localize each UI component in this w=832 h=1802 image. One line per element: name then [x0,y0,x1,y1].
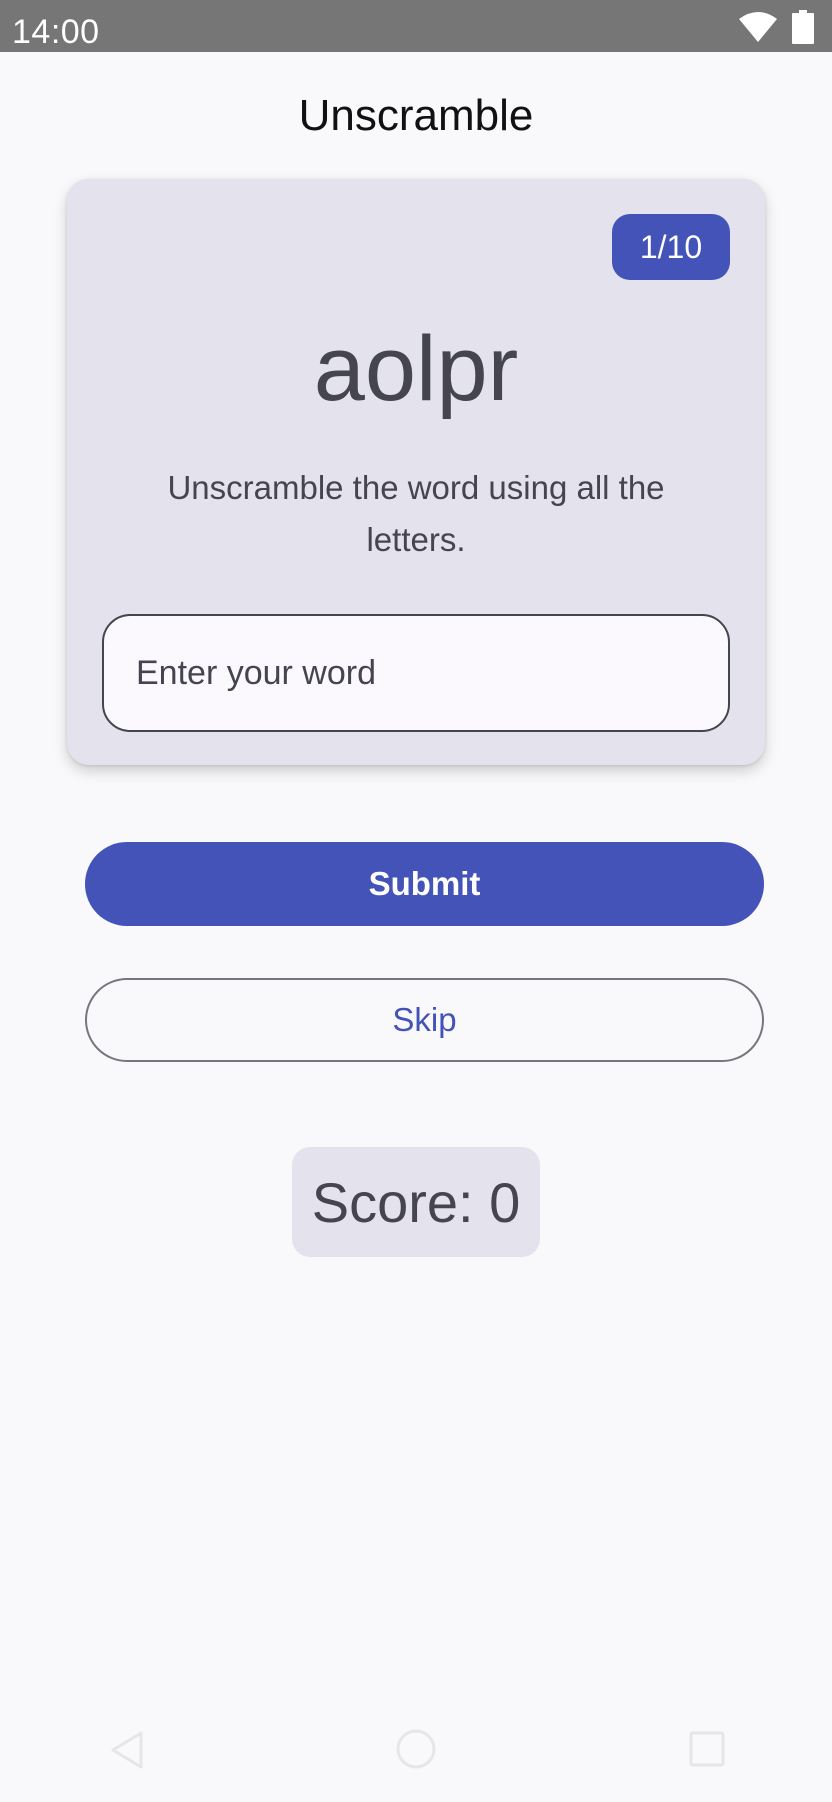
game-card: 1/10 aolpr Unscramble the word using all… [67,179,765,765]
home-icon[interactable] [395,1728,437,1770]
submit-button[interactable]: Submit [85,842,764,926]
battery-icon [792,10,814,44]
instructions-text: Unscramble the word using all the letter… [167,469,665,558]
recents-icon[interactable] [688,1730,726,1768]
status-icons [738,10,814,44]
word-input[interactable] [102,614,730,732]
status-time: 14:00 [12,13,100,51]
score-display: Score: 0 [292,1147,540,1257]
scrambled-word: aolpr [313,318,519,420]
word-count-badge: 1/10 [612,214,730,280]
status-bar: 14:00 [0,0,832,52]
back-icon[interactable] [110,1730,144,1770]
wifi-icon [739,12,777,42]
app-title: Unscramble [298,91,534,140]
navigation-bar [0,1712,832,1802]
skip-button[interactable]: Skip [85,978,764,1062]
